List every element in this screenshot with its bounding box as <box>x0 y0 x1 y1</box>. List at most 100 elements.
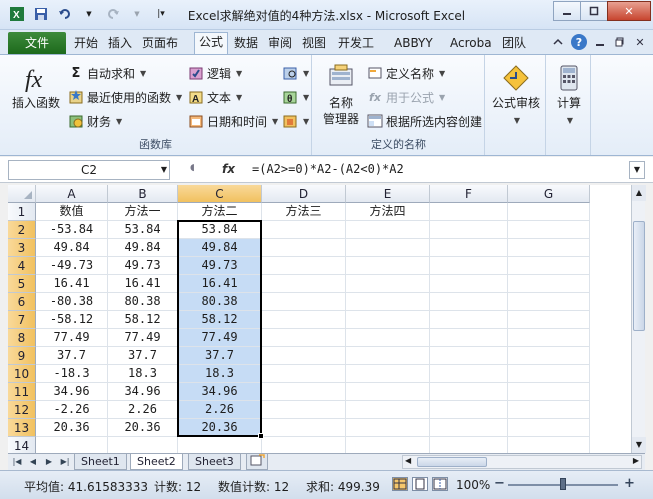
column-header-a[interactable]: A <box>36 185 108 203</box>
create-from-selection-button[interactable]: 根据所选内容创建 <box>367 111 482 131</box>
cell-g3[interactable] <box>508 239 590 257</box>
row-header-14[interactable]: 14 <box>8 437 36 453</box>
cell-g14[interactable] <box>508 437 590 453</box>
cell-e3[interactable] <box>346 239 430 257</box>
text-button[interactable]: A 文本 ▼ <box>188 87 242 107</box>
cell-f6[interactable] <box>430 293 508 311</box>
cell-f14[interactable] <box>430 437 508 453</box>
cell-g12[interactable] <box>508 401 590 419</box>
row-header-1[interactable]: 1 <box>8 203 36 221</box>
cell-a6[interactable]: -80.38 <box>36 293 108 311</box>
cell-d14[interactable] <box>262 437 346 453</box>
cell-c1[interactable]: 方法二 <box>178 203 262 221</box>
fill-handle[interactable] <box>258 433 264 439</box>
cell-b7[interactable]: 58.12 <box>108 311 178 329</box>
cell-d1[interactable]: 方法三 <box>262 203 346 221</box>
calculation-button[interactable]: 计算 ▼ <box>549 63 589 129</box>
cell-a11[interactable]: 34.96 <box>36 383 108 401</box>
cell-c11[interactable]: 34.96 <box>178 383 262 401</box>
tab-insert[interactable]: 插入 <box>104 34 136 54</box>
cell-c4[interactable]: 49.73 <box>178 257 262 275</box>
sheet-tab-sheet2[interactable]: Sheet2 <box>130 454 183 470</box>
cell-a3[interactable]: 49.84 <box>36 239 108 257</box>
math-trig-button[interactable]: θ ▼ <box>282 87 309 107</box>
cell-d2[interactable] <box>262 221 346 239</box>
minimize-ribbon-icon[interactable] <box>551 35 565 49</box>
cell-b10[interactable]: 18.3 <box>108 365 178 383</box>
cell-g6[interactable] <box>508 293 590 311</box>
cell-e1[interactable]: 方法四 <box>346 203 430 221</box>
cell-f1[interactable] <box>430 203 508 221</box>
cell-b1[interactable]: 方法一 <box>108 203 178 221</box>
scroll-left-icon[interactable]: ◀ <box>405 456 411 465</box>
cell-g9[interactable] <box>508 347 590 365</box>
minimize-button[interactable] <box>553 1 581 21</box>
cell-g13[interactable] <box>508 419 590 437</box>
cell-f9[interactable] <box>430 347 508 365</box>
cell-c9[interactable]: 37.7 <box>178 347 262 365</box>
cell-b14[interactable] <box>108 437 178 453</box>
cell-a10[interactable]: -18.3 <box>36 365 108 383</box>
sheet-tab-sheet3[interactable]: Sheet3 <box>188 454 241 470</box>
next-sheet-icon[interactable]: ▶ <box>42 455 56 469</box>
cell-a8[interactable]: 77.49 <box>36 329 108 347</box>
sheet-tab-sheet1[interactable]: Sheet1 <box>74 454 127 470</box>
cell-f11[interactable] <box>430 383 508 401</box>
cell-b12[interactable]: 2.26 <box>108 401 178 419</box>
cell-f8[interactable] <box>430 329 508 347</box>
formula-input[interactable]: =(A2>=0)*A2-(A2<0)*A2 <box>246 160 630 180</box>
vertical-scrollbar[interactable]: ▲ ▼ <box>631 185 646 453</box>
name-manager-button[interactable]: 名称 管理器 <box>317 63 365 127</box>
cell-a7[interactable]: -58.12 <box>36 311 108 329</box>
tab-formulas[interactable]: 公式 <box>194 32 229 54</box>
cell-e10[interactable] <box>346 365 430 383</box>
cell-d13[interactable] <box>262 419 346 437</box>
cell-d3[interactable] <box>262 239 346 257</box>
row-header-2[interactable]: 2 <box>8 221 36 239</box>
horizontal-scrollbar[interactable]: ◀ ▶ <box>402 455 642 469</box>
row-header-8[interactable]: 8 <box>8 329 36 347</box>
page-break-view-button[interactable] <box>432 477 448 491</box>
cell-b8[interactable]: 77.49 <box>108 329 178 347</box>
tab-developer[interactable]: 开发工具 <box>334 34 388 54</box>
column-header-f[interactable]: F <box>430 185 508 203</box>
column-header-b[interactable]: B <box>108 185 178 203</box>
tab-abbyy[interactable]: ABBYY <box>390 34 437 54</box>
last-sheet-icon[interactable]: ▶| <box>58 455 72 469</box>
select-all-corner[interactable] <box>8 185 36 203</box>
cell-g11[interactable] <box>508 383 590 401</box>
zoom-out-icon[interactable]: − <box>494 476 505 491</box>
column-header-c[interactable]: C <box>178 185 262 203</box>
cell-d10[interactable] <box>262 365 346 383</box>
define-name-button[interactable]: 定义名称 ▼ <box>367 63 445 83</box>
cell-c7[interactable]: 58.12 <box>178 311 262 329</box>
row-header-11[interactable]: 11 <box>8 383 36 401</box>
recent-functions-button[interactable]: 最近使用的函数 ▼ <box>68 87 182 107</box>
column-header-e[interactable]: E <box>346 185 430 203</box>
cell-g2[interactable] <box>508 221 590 239</box>
cell-b2[interactable]: 53.84 <box>108 221 178 239</box>
tab-acrobat[interactable]: Acroba <box>446 34 496 54</box>
tab-page-layout[interactable]: 页面布局 <box>138 34 192 54</box>
page-layout-view-button[interactable] <box>412 477 428 491</box>
cell-a13[interactable]: 20.36 <box>36 419 108 437</box>
cell-g5[interactable] <box>508 275 590 293</box>
cell-d8[interactable] <box>262 329 346 347</box>
cell-b13[interactable]: 20.36 <box>108 419 178 437</box>
workbook-restore-icon[interactable] <box>613 35 627 49</box>
row-header-5[interactable]: 5 <box>8 275 36 293</box>
row-header-10[interactable]: 10 <box>8 365 36 383</box>
help-icon[interactable]: ? <box>571 34 587 50</box>
tab-file[interactable]: 文件 <box>8 32 66 54</box>
cell-d7[interactable] <box>262 311 346 329</box>
cell-a2[interactable]: -53.84 <box>36 221 108 239</box>
cell-e9[interactable] <box>346 347 430 365</box>
cell-g7[interactable] <box>508 311 590 329</box>
row-header-4[interactable]: 4 <box>8 257 36 275</box>
vertical-scroll-thumb[interactable] <box>633 221 645 331</box>
cell-b9[interactable]: 37.7 <box>108 347 178 365</box>
cell-e5[interactable] <box>346 275 430 293</box>
tab-home[interactable]: 开始 <box>70 34 102 54</box>
cell-f13[interactable] <box>430 419 508 437</box>
row-header-12[interactable]: 12 <box>8 401 36 419</box>
